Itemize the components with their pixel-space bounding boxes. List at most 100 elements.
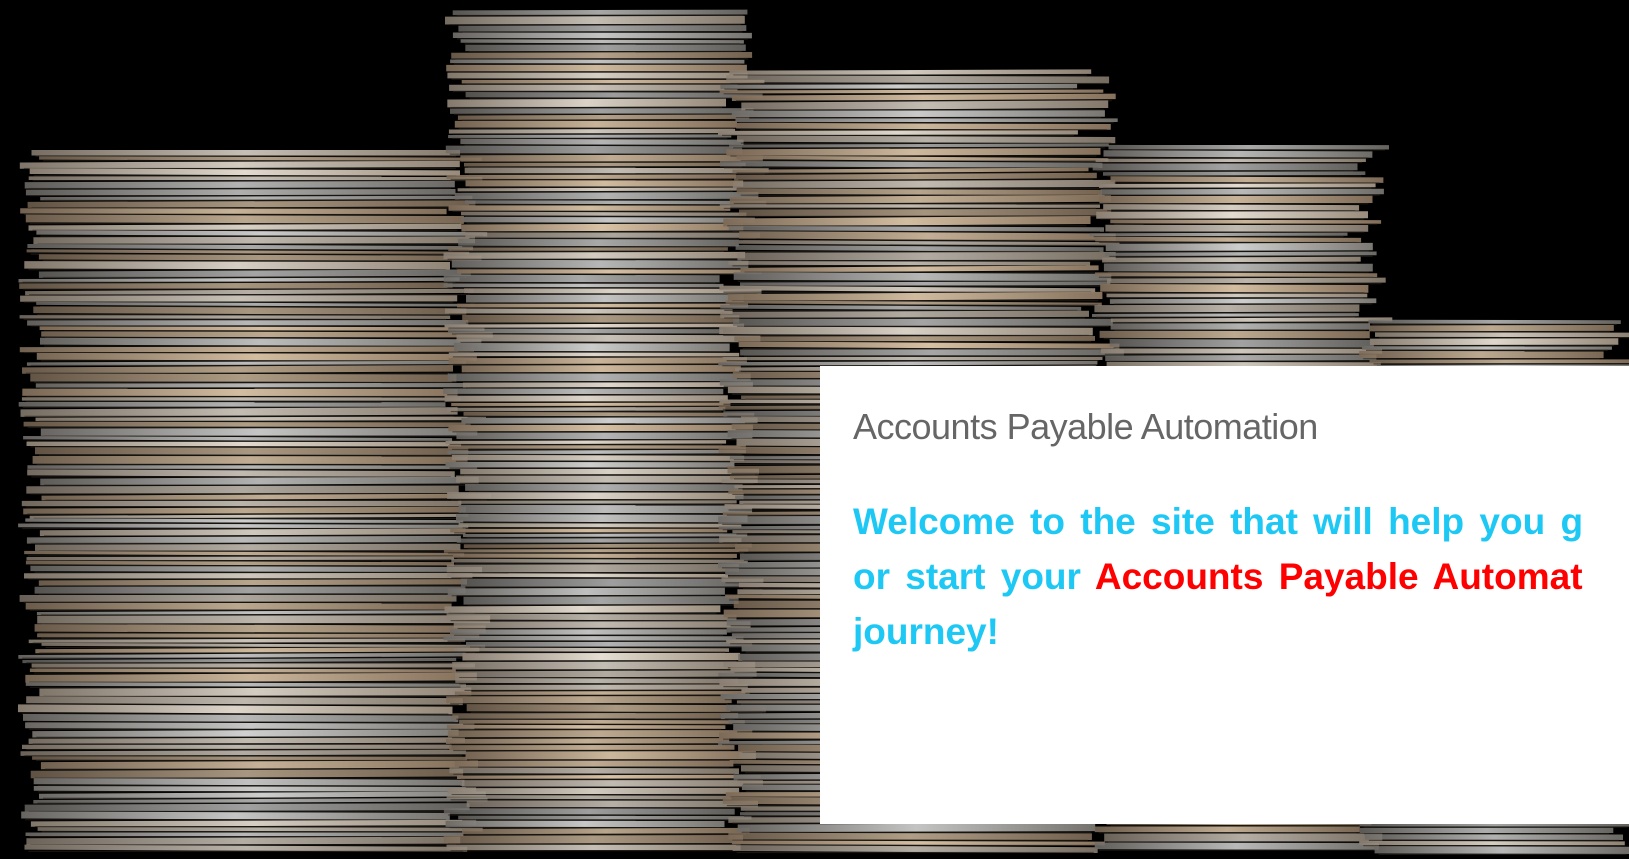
paper-sheet [1374,332,1629,338]
paper-sheet [726,75,1110,84]
paper-sheet [466,294,744,303]
paper-sheet [30,565,483,573]
paper-sheet [33,236,476,244]
paper-edge-shadow [450,743,726,745]
paper-edge-shadow [456,14,744,16]
paper-sheet [444,605,721,614]
paper-edge-shadow [466,536,744,539]
paper-edge-shadow [1109,250,1369,252]
paper-sheet [719,160,1103,168]
paper-edge-shadow [1111,283,1382,285]
paper-sheet [460,468,760,475]
paper-sheet [36,230,488,237]
paper-sheet [465,751,756,760]
paper-sheet [443,635,744,641]
paper-sheet [34,447,469,456]
paper-sheet [739,231,1116,241]
paper-edge-shadow [465,83,761,85]
paper-edge-shadow [458,766,730,768]
paper-edge-shadow [1110,825,1368,827]
paper-sheet [729,194,1111,204]
paper-sheet [1092,313,1359,318]
paper-sheet [1092,163,1358,171]
paper-sheet [446,174,736,180]
paper-sheet [458,500,737,504]
paper-sheet [462,827,750,835]
paper-edge-shadow [1109,360,1373,362]
paper-edge-shadow [470,807,754,809]
paper-edge-shadow [41,831,479,833]
paper-edge-shadow [450,71,743,73]
paper-sheet [736,135,1116,144]
paper-sheet [446,406,726,412]
paper-sheet [740,281,1111,286]
paper-edge-shadow [25,400,458,402]
paper-sheet [443,835,744,844]
paper-edge-shadow [1098,849,1375,851]
paper-edge-shadow [447,258,742,260]
paper-sheet [456,475,758,483]
paper-sheet [447,445,746,449]
paper-edge-shadow [452,363,743,365]
paper-edge-shadow [23,318,447,320]
paper-edge-shadow [466,660,737,662]
paper-edge-shadow [450,703,728,705]
paper-edge-shadow [1098,832,1356,834]
paper-edge-shadow [35,667,471,669]
paper-sheet [35,647,480,654]
paper-sheet [1110,317,1393,323]
paper-sheet [722,356,1103,361]
paper-edge-shadow [1114,182,1380,184]
paper-edge-shadow [461,191,733,193]
paper-edge-shadow [1103,187,1372,189]
paper-sheet [465,200,767,205]
paper-edge-shadow [467,604,735,606]
paper-edge-shadow [1114,321,1389,324]
paper-edge-shadow [465,231,740,233]
paper-sheet [40,195,473,201]
paper-edge-shadow [457,557,733,560]
paper-sheet [731,110,1105,118]
intro-card: Accounts Payable Automation Welcome to t… [820,366,1629,824]
paper-edge-shadow [469,237,757,239]
paper-sheet [741,100,1109,111]
paper-sheet [457,303,749,308]
paper-sheet [25,214,464,224]
paper-sheet [25,682,466,688]
paper-sheet [446,64,747,72]
paper-edge-shadow [450,178,732,181]
paper-edge-shadow [447,552,745,554]
paper-sheet [451,558,748,564]
paper-sheet [27,469,455,478]
paper-sheet [37,633,480,638]
paper-edge-shadow [23,352,471,354]
paper-edge-shadow [447,843,739,845]
paper-sheet [733,272,1112,282]
paper-edge-shadow [451,595,721,597]
paper-edge-shadow [34,571,479,573]
paper-sheet [1095,236,1362,243]
paper-sheet [38,254,482,261]
paper-sheet [18,401,446,407]
paper-sheet [446,844,741,851]
paper-sheet [25,188,456,196]
paper-edge-shadow [745,109,1105,111]
paper-sheet [19,282,453,289]
paper-edge-shadow [735,117,1101,119]
paper-sheet [445,145,743,154]
paper-edge-shadow [1106,262,1357,264]
paper-sheet [466,641,753,647]
paper-edge-shadow [468,166,742,168]
paper-edge-shadow [1363,358,1600,360]
paper-edge-shadow [447,640,740,642]
paper-edge-shadow [466,222,751,224]
paper-sheet [445,440,727,445]
paper-sheet [31,150,460,156]
paper-edge-shadow [26,395,454,398]
paper-edge-shadow [42,260,478,262]
paper-edge-shadow [457,627,747,630]
paper-sheet [33,306,467,315]
paper-sheet [1105,354,1377,362]
paper-sheet [20,407,458,417]
paper-sheet [1369,324,1614,332]
